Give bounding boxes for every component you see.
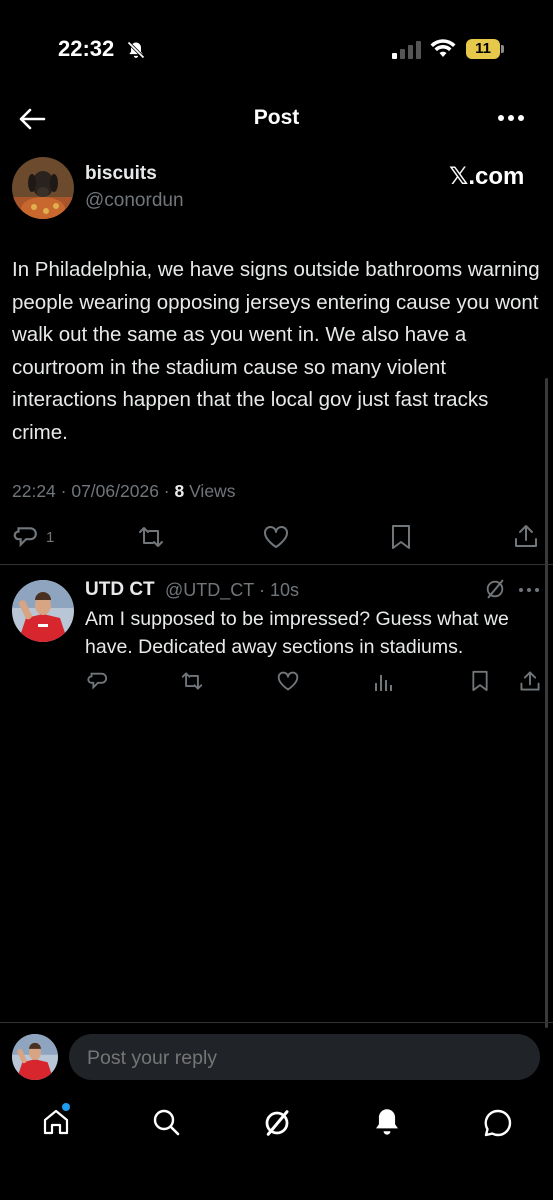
chat-bubble-icon [483,1108,513,1138]
bookmark-button[interactable] [389,523,413,551]
reply-count: 1 [46,528,55,546]
heart-icon [276,670,300,692]
divider [0,564,553,565]
reply-more-button[interactable] [518,587,540,593]
views-label: Views [184,481,236,501]
signal-icon [392,41,422,59]
analytics-icon [373,671,395,693]
reply-author-handle-time[interactable]: @UTD_CT · 10s [165,580,299,601]
nav-notifications-button[interactable] [373,1107,401,1137]
x-watermark: 𝕏.com [449,163,525,190]
nav-messages-button[interactable] [483,1108,513,1138]
nav-search-button[interactable] [152,1108,180,1136]
repost-icon [180,670,204,692]
reply-like-button[interactable] [276,670,300,692]
share-icon [512,522,540,550]
reply-bookmark-button[interactable] [470,669,490,693]
wifi-icon [430,39,456,59]
reply-button[interactable]: 1 [12,524,54,550]
home-icon [42,1108,70,1136]
grok-icon [262,1108,292,1138]
reply-icon [86,670,108,692]
composer-divider [0,1022,553,1023]
reply-icon [12,524,38,550]
nav-home-button[interactable] [42,1108,70,1136]
reply-share-button[interactable] [518,669,542,693]
silent-bell-icon [126,40,146,60]
like-button[interactable] [262,524,290,550]
reply-composer[interactable] [69,1034,540,1082]
reply-author-avatar[interactable] [12,580,74,642]
more-options-button[interactable] [497,114,525,122]
current-user-avatar[interactable] [12,1034,58,1080]
bell-icon [373,1107,401,1137]
author-avatar[interactable] [12,157,74,219]
reply-input[interactable] [85,1034,529,1082]
bookmark-icon [470,669,490,693]
home-notification-dot [62,1103,70,1111]
reply-repost-button[interactable] [180,670,204,692]
nav-grok-button[interactable] [262,1108,292,1138]
grok-icon[interactable] [484,578,506,600]
reply-views-button[interactable] [373,671,395,693]
post-meta: 22:24 · 07/06/2026 · 8 Views [12,481,235,502]
reply-reply-button[interactable] [86,670,108,692]
author-handle[interactable]: @conordun [85,190,184,212]
share-button[interactable] [512,522,540,550]
bookmark-icon [389,523,413,551]
post-text: In Philadelphia, we have signs outside b… [12,258,540,444]
repost-icon [137,524,165,550]
reply-text: Am I supposed to be impressed? Guess wha… [85,608,509,658]
share-icon [518,669,542,693]
page-title: Post [253,106,300,129]
battery-tip [501,45,504,53]
heart-icon [262,524,290,550]
post-timestamp: 22:24 · 07/06/2026 · [12,481,175,501]
reply-author-name[interactable]: UTD CT [85,579,155,601]
repost-button[interactable] [137,524,165,550]
search-icon [152,1108,180,1136]
battery-indicator: 11 [466,39,500,59]
scrollbar[interactable] [545,378,548,1028]
views-count: 8 [174,481,185,501]
author-display-name[interactable]: biscuits [85,163,157,185]
status-time: 22:32 [58,36,115,61]
